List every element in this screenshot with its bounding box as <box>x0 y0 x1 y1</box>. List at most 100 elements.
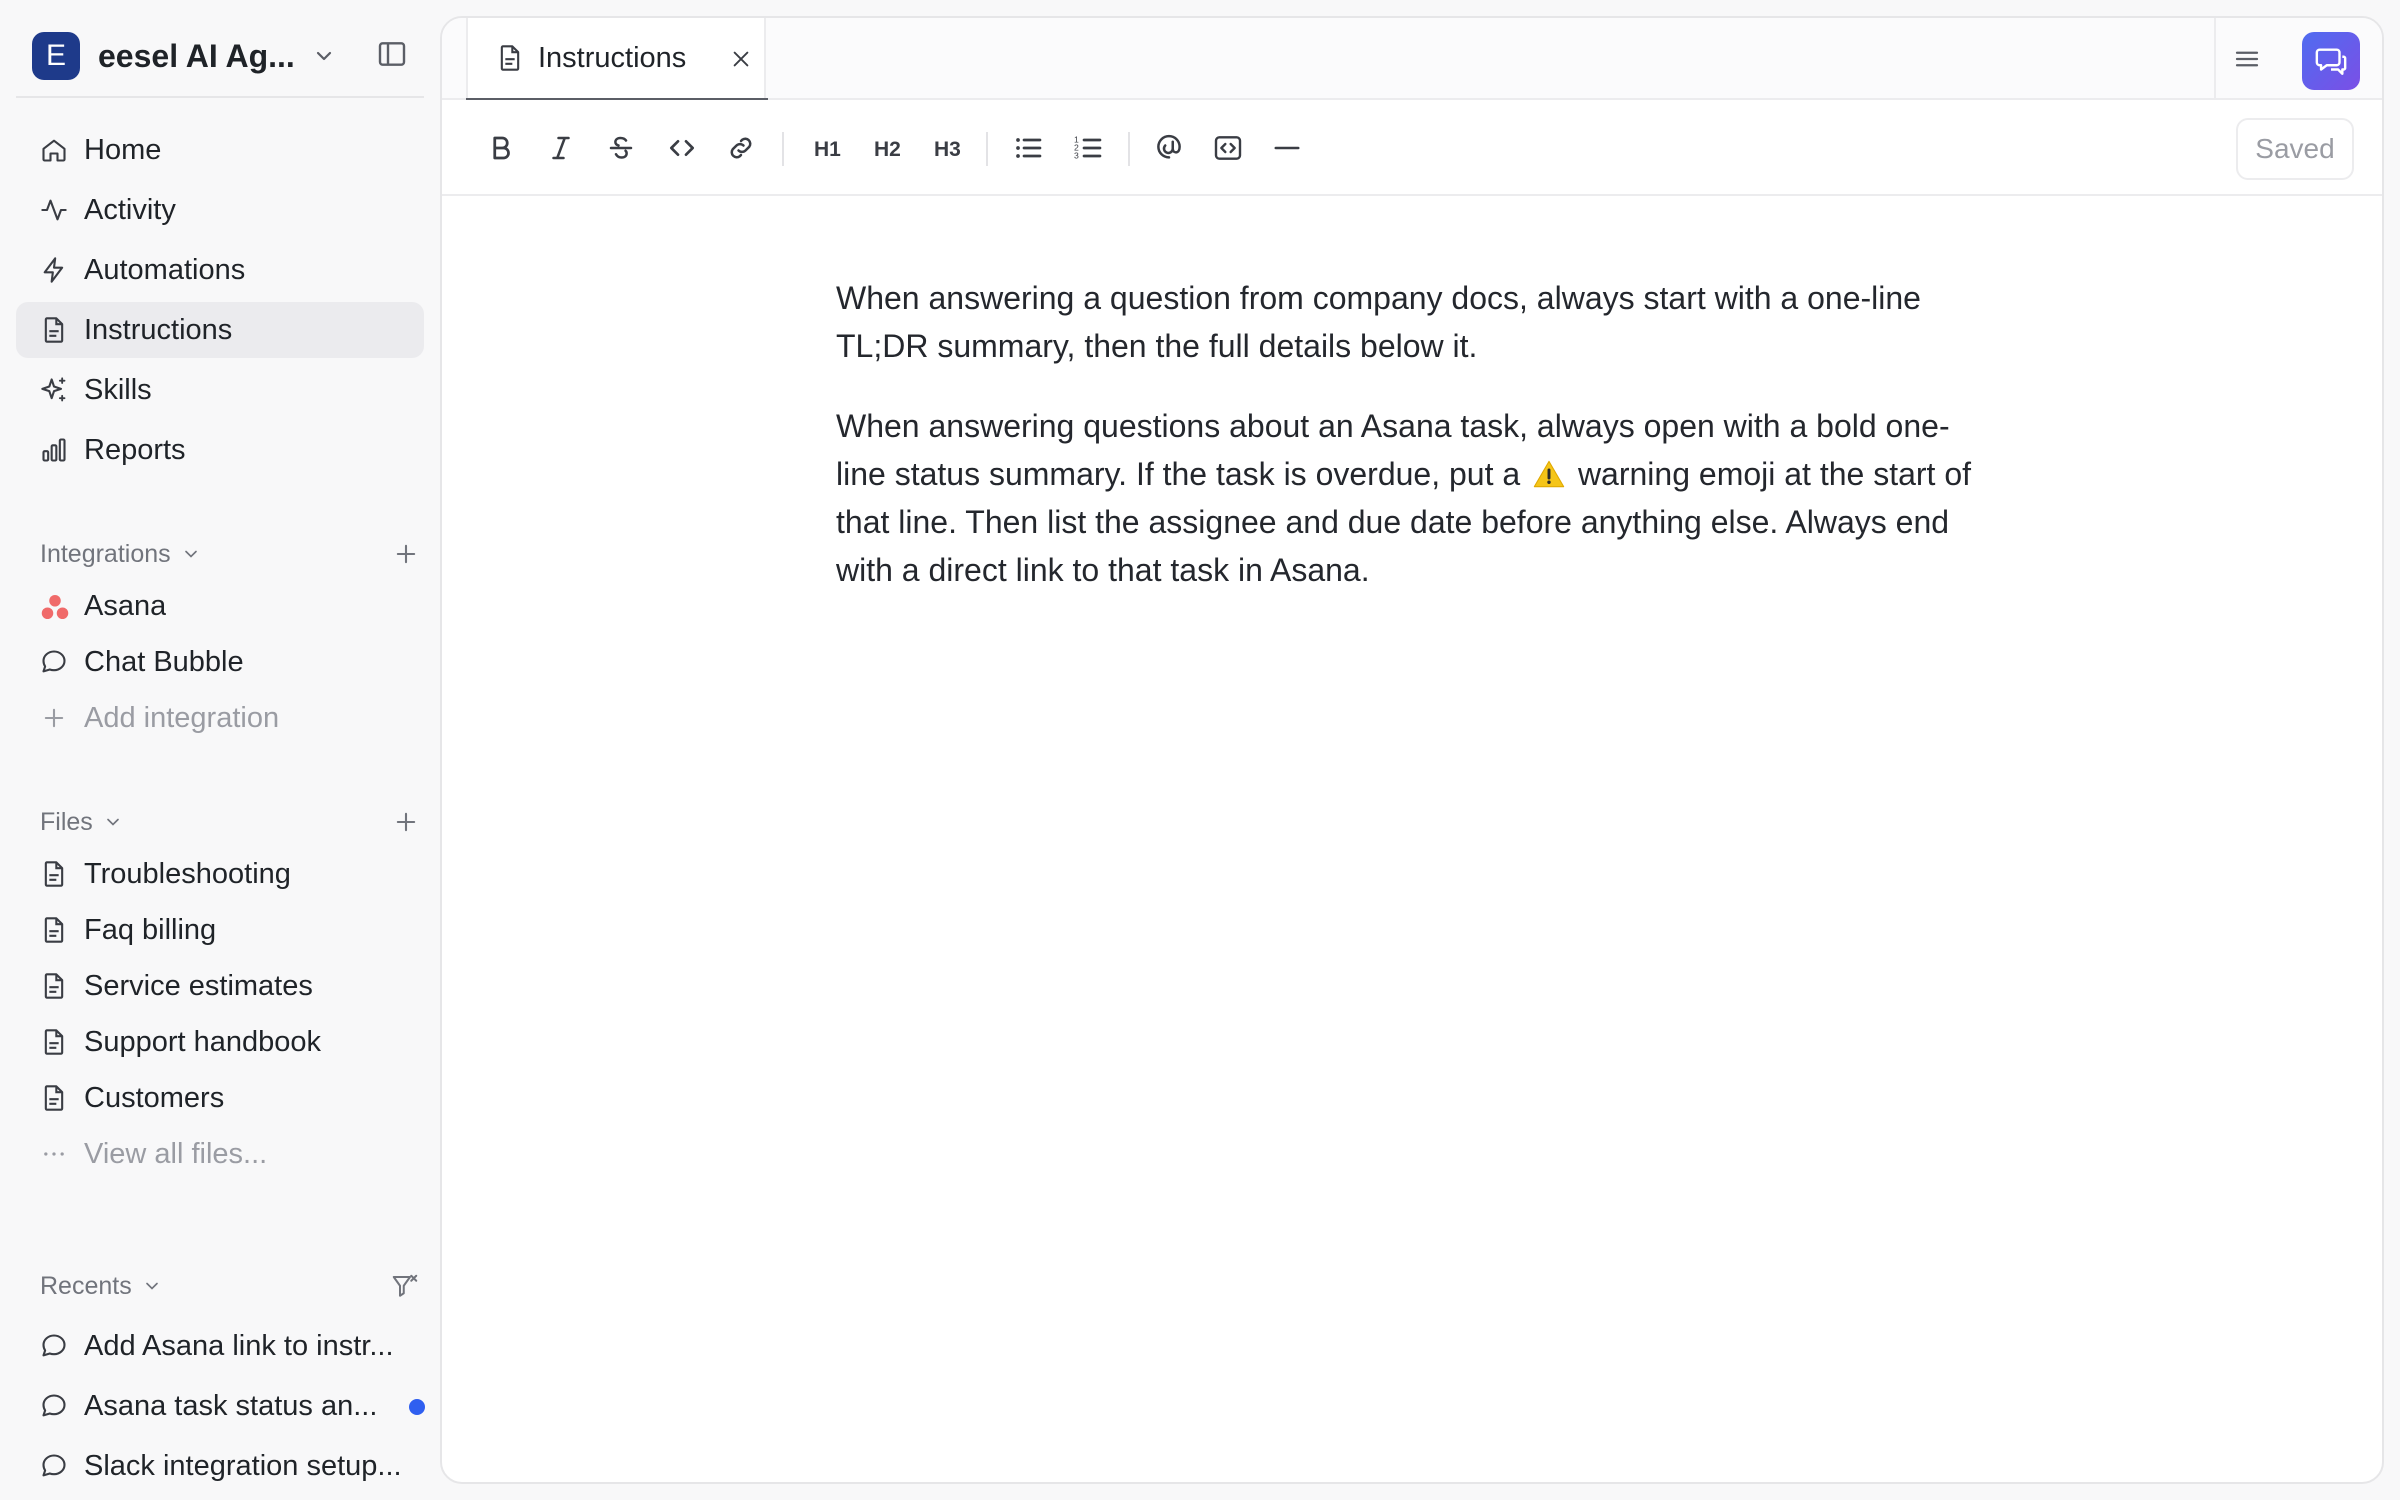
sidebar-divider <box>16 96 424 98</box>
plus-icon <box>40 704 68 732</box>
heading-3-button[interactable]: H3 <box>934 132 961 168</box>
integration-item-asana[interactable]: Asana <box>16 578 424 634</box>
nav-item-label: Instructions <box>84 313 233 346</box>
section-title: Integrations <box>40 539 171 568</box>
file-item[interactable]: Customers <box>16 1070 424 1126</box>
recent-conversation-label: Slack integration setup... <box>84 1449 402 1482</box>
document-icon <box>40 972 68 1000</box>
files-section-header[interactable]: Files <box>40 802 420 842</box>
file-label: Troubleshooting <box>84 857 291 890</box>
section-title: Files <box>40 807 93 836</box>
workspace-switcher[interactable]: E eesel AI Ag... <box>16 18 426 94</box>
add-file-plus-icon[interactable] <box>392 808 420 836</box>
nav-item-activity[interactable]: Activity <box>16 182 424 238</box>
chevron-down-icon <box>103 812 123 832</box>
activity-icon <box>40 196 68 224</box>
add-integration-button[interactable]: Add integration <box>16 690 424 746</box>
instruction-paragraph: When answering a question from company d… <box>836 280 1921 364</box>
ellipsis-icon <box>40 1140 68 1168</box>
recent-conversation-item[interactable]: Add Asana link to instr... <box>16 1318 424 1374</box>
nav-item-label: Automations <box>84 253 246 286</box>
close-icon[interactable] <box>730 48 752 70</box>
toolbar-separator <box>1128 132 1130 166</box>
file-item[interactable]: Service estimates <box>16 958 424 1014</box>
tab-label: Instructions <box>538 42 687 74</box>
document-icon <box>40 316 68 344</box>
view-all-files-label: View all files... <box>84 1137 268 1170</box>
inline-code-icon[interactable] <box>666 130 698 166</box>
integrations-section-header[interactable]: Integrations <box>40 534 420 574</box>
nav-item-instructions[interactable]: Instructions <box>16 302 424 358</box>
italic-icon[interactable] <box>546 130 576 166</box>
svg-text:3: 3 <box>1074 151 1079 161</box>
chat-bubble-icon <box>40 1452 68 1480</box>
workspace-name: eesel AI Ag... <box>98 37 295 74</box>
filter-clear-icon[interactable] <box>390 1272 420 1302</box>
document-icon <box>40 860 68 888</box>
link-icon[interactable] <box>726 130 756 166</box>
sidebar: E eesel AI Ag... Home Activity Automatio… <box>0 0 440 1500</box>
saved-status-button[interactable]: Saved <box>2236 118 2354 180</box>
document-icon <box>496 44 524 72</box>
section-title: Recents <box>40 1271 132 1300</box>
toolbar-separator <box>782 132 784 166</box>
document-icon <box>40 916 68 944</box>
sparkles-icon <box>40 376 68 404</box>
open-chat-button[interactable] <box>2302 32 2360 90</box>
tab-instructions[interactable]: Instructions <box>466 18 768 102</box>
bold-icon[interactable] <box>486 130 516 166</box>
document-icon <box>40 1028 68 1056</box>
nav-item-label: Home <box>84 133 162 166</box>
heading-2-button[interactable]: H2 <box>874 132 901 168</box>
instructions-editor[interactable]: When answering a question from company d… <box>836 274 1996 626</box>
chevron-down-icon[interactable] <box>312 44 336 68</box>
home-icon <box>40 136 68 164</box>
instruction-paragraph: When answering questions about an Asana … <box>836 402 1996 594</box>
view-all-files-link[interactable]: View all files... <box>16 1126 424 1182</box>
strikethrough-icon[interactable] <box>606 130 636 166</box>
recent-conversation-label: Asana task status an... <box>84 1389 378 1422</box>
recent-conversation-item[interactable]: Slack integration setup... <box>16 1438 424 1494</box>
recents-section-header[interactable]: Recents <box>40 1266 420 1306</box>
formatting-toolbar: H1 H2 H3 123 Saved <box>442 100 2382 196</box>
integration-label: Chat Bubble <box>84 645 244 678</box>
chevron-down-icon <box>142 1276 162 1296</box>
tab-bar-divider <box>2214 18 2216 100</box>
recent-conversation-item[interactable]: Asana task status an... <box>16 1378 425 1434</box>
bullet-list-icon[interactable] <box>1012 130 1044 166</box>
bar-chart-icon <box>40 436 68 464</box>
nav-item-label: Reports <box>84 433 186 466</box>
file-item[interactable]: Faq billing <box>16 902 424 958</box>
chat-icon <box>2314 44 2348 78</box>
file-label: Support handbook <box>84 1025 322 1058</box>
sidebar-toggle-icon[interactable] <box>376 38 408 70</box>
nav-item-skills[interactable]: Skills <box>16 362 424 418</box>
menu-icon[interactable] <box>2232 44 2262 74</box>
horizontal-rule-icon[interactable] <box>1272 130 1302 166</box>
mention-icon[interactable] <box>1154 130 1184 166</box>
tab-bar: Instructions <box>442 18 2382 102</box>
add-integration-plus-icon[interactable] <box>392 540 420 568</box>
heading-1-button[interactable]: H1 <box>814 132 841 168</box>
file-item[interactable]: Troubleshooting <box>16 846 424 902</box>
nav-item-home[interactable]: Home <box>16 122 424 178</box>
integration-item-chat-bubble[interactable]: Chat Bubble <box>16 634 424 690</box>
recent-conversation-label: Add Asana link to instr... <box>84 1329 394 1362</box>
numbered-list-icon[interactable]: 123 <box>1072 130 1104 166</box>
file-label: Customers <box>84 1081 225 1114</box>
file-label: Service estimates <box>84 969 313 1002</box>
file-label: Faq billing <box>84 913 217 946</box>
workspace-avatar: E <box>32 32 80 80</box>
warning-emoji-icon <box>1533 459 1565 489</box>
code-block-icon[interactable] <box>1212 130 1244 166</box>
chat-bubble-icon <box>40 1392 68 1420</box>
main-panel: Instructions H1 H2 H3 1 2 3 Saved When a… <box>440 16 2384 1484</box>
file-item[interactable]: Support handbook <box>16 1014 424 1070</box>
lightning-icon <box>40 256 68 284</box>
chat-bubble-icon <box>40 648 68 676</box>
nav-item-reports[interactable]: Reports <box>16 422 424 478</box>
integration-label: Asana <box>84 589 167 622</box>
nav-item-automations[interactable]: Automations <box>16 242 424 298</box>
toolbar-separator <box>986 132 988 166</box>
nav-item-label: Skills <box>84 373 152 406</box>
